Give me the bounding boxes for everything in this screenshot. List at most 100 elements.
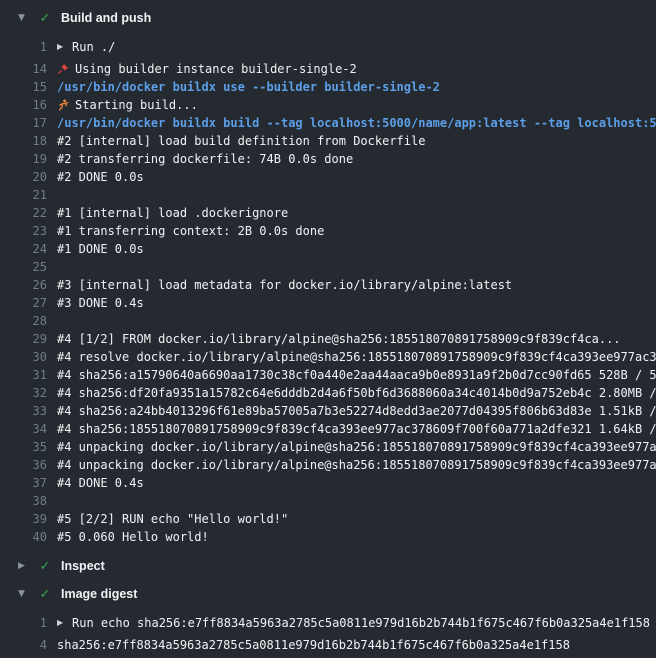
log-text: Run ./ (72, 38, 115, 56)
workflow-log: ▼ ✓ Build and push 1 ▶Run ./ 14 Using bu… (0, 0, 656, 658)
line-number[interactable]: 40 (0, 528, 47, 546)
log-text: #4 unpacking docker.io/library/alpine@sh… (57, 438, 656, 456)
line-number[interactable]: 36 (0, 456, 47, 474)
line-number[interactable]: 17 (0, 114, 47, 132)
log-line: 27 #3 DONE 0.4s (0, 294, 656, 312)
line-number[interactable]: 37 (0, 474, 47, 492)
log-line: 34 #4 sha256:185518070891758909c9f839cf4… (0, 420, 656, 438)
log-line-content: Using builder instance builder-single-2 (57, 60, 357, 78)
section-header[interactable]: ▼ ✓ Image digest (0, 580, 656, 608)
log-line: 4 sha256:e7ff8834a5963a2785c5a0811e979d1… (0, 636, 656, 654)
line-number[interactable]: 38 (0, 492, 47, 510)
log-text: #4 [1/2] FROM docker.io/library/alpine@s… (57, 330, 621, 348)
line-number[interactable]: 30 (0, 348, 47, 366)
log-line-content: #4 unpacking docker.io/library/alpine@sh… (57, 456, 656, 474)
log-line: 16 Starting build... (0, 96, 656, 114)
log-line-content: #4 sha256:a15790640a6690aa1730c38cf0a440… (57, 366, 656, 384)
section-title: Inspect (61, 559, 105, 573)
section-title: Image digest (61, 587, 137, 601)
section-body: 1 ▶Run echo sha256:e7ff8834a5963a2785c5a… (0, 608, 656, 658)
log-text: #5 [2/2] RUN echo "Hello world!" (57, 510, 288, 528)
line-number[interactable]: 25 (0, 258, 47, 276)
log-line: 21 (0, 186, 656, 204)
line-number[interactable]: 31 (0, 366, 47, 384)
log-line-content: #5 [2/2] RUN echo "Hello world!" (57, 510, 288, 528)
line-number[interactable]: 27 (0, 294, 47, 312)
log-line: 39 #5 [2/2] RUN echo "Hello world!" (0, 510, 656, 528)
log-text: #4 resolve docker.io/library/alpine@sha2… (57, 348, 656, 366)
line-number[interactable]: 1 (0, 614, 47, 632)
log-text: /usr/bin/docker buildx build --tag local… (57, 114, 656, 132)
log-line: 20 #2 DONE 0.0s (0, 168, 656, 186)
expand-line-icon[interactable]: ▶ (57, 38, 66, 56)
log-text: #4 DONE 0.4s (57, 474, 144, 492)
line-number[interactable]: 22 (0, 204, 47, 222)
log-line-content: #4 [1/2] FROM docker.io/library/alpine@s… (57, 330, 621, 348)
log-line-content: #4 DONE 0.4s (57, 474, 144, 492)
log-text: Starting build... (75, 96, 198, 114)
line-number[interactable]: 39 (0, 510, 47, 528)
line-number[interactable]: 29 (0, 330, 47, 348)
log-line: 29 #4 [1/2] FROM docker.io/library/alpin… (0, 330, 656, 348)
line-number[interactable]: 26 (0, 276, 47, 294)
section-header[interactable]: ▼ ✓ Build and push (0, 4, 656, 32)
log-line-content: Starting build... (57, 96, 198, 114)
log-section: ▼ ✓ Image digest 1 ▶Run echo sha256:e7ff… (0, 580, 656, 658)
log-section: ▼ ✓ Build and push 1 ▶ Run ./ 14 Using bu… (0, 4, 656, 552)
log-line: 18 #2 [internal] load build definition f… (0, 132, 656, 150)
log-line-content: /usr/bin/docker buildx use --builder bui… (57, 78, 440, 96)
log-line: 33 #4 sha256:a24bb4013296f61e89ba57005a7… (0, 402, 656, 420)
line-number[interactable]: 15 (0, 78, 47, 96)
chevron-down-icon[interactable]: ▼ (18, 13, 31, 23)
log-line: 14 Using builder instance builder-single… (0, 60, 656, 78)
log-line-content: #4 sha256:df20fa9351a15782c64e6dddb2d4a6… (57, 384, 656, 402)
check-icon: ✓ (38, 587, 52, 602)
line-number[interactable]: 24 (0, 240, 47, 258)
log-text: #4 sha256:a15790640a6690aa1730c38cf0a440… (57, 366, 656, 384)
log-line: 35 #4 unpacking docker.io/library/alpine… (0, 438, 656, 456)
log-line-content: #4 unpacking docker.io/library/alpine@sh… (57, 438, 656, 456)
log-line: 32 #4 sha256:df20fa9351a15782c64e6dddb2d… (0, 384, 656, 402)
expand-line-icon[interactable]: ▶ (57, 614, 66, 632)
runner-icon (57, 99, 69, 111)
pushpin-icon (57, 63, 69, 75)
line-number[interactable]: 21 (0, 186, 47, 204)
log-line: 28 (0, 312, 656, 330)
log-text: Using builder instance builder-single-2 (75, 60, 357, 78)
log-line: 40 #5 0.060 Hello world! (0, 528, 656, 546)
line-number[interactable]: 18 (0, 132, 47, 150)
line-number[interactable]: 35 (0, 438, 47, 456)
line-number[interactable]: 1 (0, 38, 47, 56)
log-line: 31 #4 sha256:a15790640a6690aa1730c38cf0a… (0, 366, 656, 384)
line-number[interactable]: 14 (0, 60, 47, 78)
log-line: 17 /usr/bin/docker buildx build --tag lo… (0, 114, 656, 132)
log-line: 30 #4 resolve docker.io/library/alpine@s… (0, 348, 656, 366)
line-number[interactable]: 19 (0, 150, 47, 168)
log-line-content: ▶ Run ./ (57, 38, 115, 56)
log-text: #4 unpacking docker.io/library/alpine@sh… (57, 456, 656, 474)
log-line: 23 #1 transferring context: 2B 0.0s done (0, 222, 656, 240)
section-header[interactable]: ▶ ✓ Inspect (0, 552, 656, 580)
log-line: 37 #4 DONE 0.4s (0, 474, 656, 492)
log-text: #1 transferring context: 2B 0.0s done (57, 222, 324, 240)
log-line-content: #4 sha256:185518070891758909c9f839cf4ca3… (57, 420, 656, 438)
log-line-content: #2 DONE 0.0s (57, 168, 144, 186)
line-number[interactable]: 28 (0, 312, 47, 330)
chevron-down-icon[interactable]: ▼ (18, 589, 31, 599)
line-number[interactable]: 23 (0, 222, 47, 240)
line-number[interactable]: 4 (0, 636, 47, 654)
log-line-content: #4 resolve docker.io/library/alpine@sha2… (57, 348, 656, 366)
line-number[interactable]: 33 (0, 402, 47, 420)
log-line-content: #1 [internal] load .dockerignore (57, 204, 288, 222)
chevron-right-icon[interactable]: ▶ (18, 561, 31, 571)
log-text: #2 DONE 0.0s (57, 168, 144, 186)
line-number[interactable]: 32 (0, 384, 47, 402)
log-line: 19 #2 transferring dockerfile: 74B 0.0s … (0, 150, 656, 168)
log-line-content: sha256:e7ff8834a5963a2785c5a0811e979d16b… (57, 636, 570, 654)
log-line: 15 /usr/bin/docker buildx use --builder … (0, 78, 656, 96)
log-text: #4 sha256:a24bb4013296f61e89ba57005a7b3e… (57, 402, 656, 420)
line-number[interactable]: 34 (0, 420, 47, 438)
line-number[interactable]: 20 (0, 168, 47, 186)
log-text: #4 sha256:df20fa9351a15782c64e6dddb2d4a6… (57, 384, 656, 402)
line-number[interactable]: 16 (0, 96, 47, 114)
